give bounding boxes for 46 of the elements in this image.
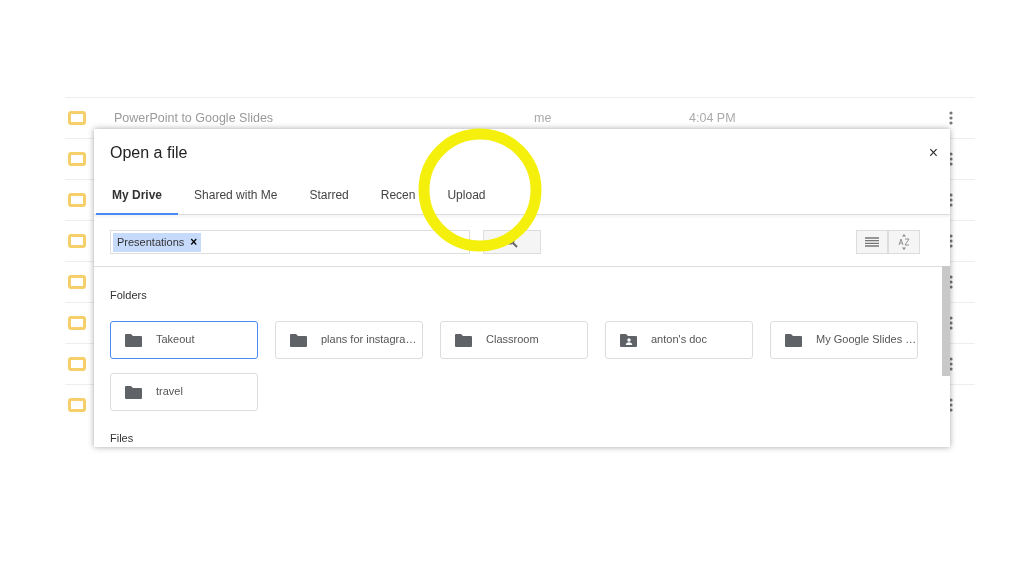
folder-card[interactable]: plans for instagra… <box>275 320 423 359</box>
slides-file-icon <box>68 316 86 330</box>
folder-name: Classroom <box>486 332 539 348</box>
slides-file-icon <box>68 234 86 248</box>
folder-card[interactable]: Takeout <box>110 320 258 359</box>
filter-chip-label: Presentations <box>117 234 185 250</box>
file-modified-time: 4:04 PM <box>689 109 737 127</box>
folder-name: anton's doc <box>651 332 707 348</box>
folder-icon <box>785 332 802 347</box>
folder-name: travel <box>156 384 183 400</box>
file-owner: me <box>534 109 553 127</box>
file-name: PowerPoint to Google Slides <box>114 109 275 127</box>
slides-file-icon <box>68 152 86 166</box>
tab[interactable]: My Drive <box>96 177 179 215</box>
shared-folder-icon <box>620 332 637 347</box>
list-view-button[interactable] <box>856 230 888 254</box>
slides-file-icon <box>68 111 86 125</box>
section-heading: Files <box>110 430 135 446</box>
slides-file-icon <box>68 193 86 207</box>
slides-file-icon <box>68 275 86 289</box>
tab[interactable]: Upload <box>431 177 502 215</box>
folder-card[interactable]: anton's doc <box>605 320 753 359</box>
folder-icon <box>455 332 472 347</box>
search-field[interactable]: Presentations × <box>110 230 470 254</box>
folder-name: plans for instagra… <box>321 332 417 348</box>
tab[interactable]: Shared with Me <box>178 177 294 215</box>
folder-name: Takeout <box>156 332 195 348</box>
close-button[interactable]: × <box>924 143 942 163</box>
more-options-icon[interactable] <box>949 111 953 125</box>
remove-chip-button[interactable]: × <box>190 236 198 248</box>
section-heading: Folders <box>110 288 148 303</box>
scrollbar-thumb[interactable] <box>942 266 950 376</box>
dialog-title: Open a file <box>110 143 188 163</box>
slides-file-icon <box>68 357 86 371</box>
folder-card[interactable]: travel <box>110 372 258 411</box>
tab[interactable]: Starred <box>293 177 365 215</box>
folder-icon <box>125 332 142 347</box>
folder-name: My Google Slides … <box>816 332 917 348</box>
folder-icon <box>290 332 307 347</box>
folder-card[interactable]: My Google Slides … <box>770 320 918 359</box>
sort-icon <box>898 234 910 250</box>
slides-file-icon <box>68 398 86 412</box>
tab[interactable]: Recen <box>364 177 432 215</box>
folder-icon <box>125 384 142 399</box>
list-view-icon <box>865 237 879 247</box>
folder-card[interactable]: Classroom <box>440 320 588 359</box>
